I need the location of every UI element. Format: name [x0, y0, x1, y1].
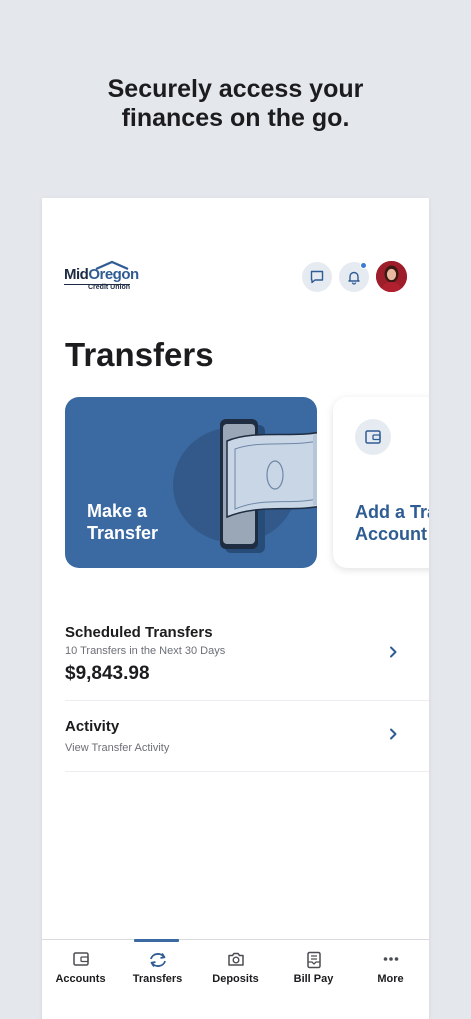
- messages-button[interactable]: [302, 262, 332, 292]
- more-dots-icon: [383, 957, 398, 961]
- notifications-button[interactable]: [339, 262, 369, 292]
- tab-accounts-label: Accounts: [55, 973, 106, 985]
- activity-title: Activity: [65, 718, 120, 735]
- make-transfer-label: Make a Transfer: [87, 501, 159, 543]
- transfer-arrows-icon: [149, 952, 166, 968]
- activity-row[interactable]: Activity View Transfer Activity: [65, 701, 429, 772]
- activity-subtitle: View Transfer Activity: [65, 742, 170, 754]
- scheduled-transfers-row[interactable]: Scheduled Transfers 10 Transfers in the …: [65, 618, 429, 701]
- tab-bill-pay-label: Bill Pay: [293, 973, 334, 985]
- tab-more-label: More: [377, 973, 404, 985]
- bell-icon: [348, 271, 360, 285]
- chevron-right-icon: [390, 646, 397, 658]
- bottom-tab-bar: Accounts Transfers Deposits Bill Pay Mor…: [42, 939, 429, 1019]
- promo-headline: Securely access your finances on the go.: [0, 75, 471, 133]
- app-screen: MidOregon Credit Union Transfers Make a …: [42, 198, 429, 1019]
- tab-transfers-label: Transfers: [132, 973, 183, 985]
- logo-subtext: Credit Union: [88, 284, 130, 291]
- make-transfer-card[interactable]: Make a Transfer: [65, 397, 317, 568]
- wallet-icon-badge: [355, 419, 391, 455]
- bill-icon: [306, 951, 321, 969]
- wallet-icon: [72, 952, 89, 966]
- tab-deposits[interactable]: Deposits: [197, 940, 274, 1000]
- promo-headline-line2: finances on the go.: [121, 104, 350, 132]
- avatar[interactable]: [376, 261, 407, 292]
- logo-roof-icon: [95, 260, 129, 270]
- notification-dot: [360, 262, 367, 269]
- scheduled-transfers-amount: $9,843.98: [65, 663, 150, 684]
- wallet-icon: [365, 430, 381, 444]
- add-transfer-account-label: Add a Transfer Account: [355, 502, 429, 544]
- tab-more[interactable]: More: [352, 940, 429, 1000]
- camera-icon: [227, 952, 244, 966]
- page-title: Transfers: [65, 336, 214, 373]
- scheduled-transfers-subtitle: 10 Transfers in the Next 30 Days: [65, 645, 226, 657]
- logo-divider: [64, 284, 130, 285]
- tab-deposits-label: Deposits: [212, 973, 259, 985]
- tab-accounts[interactable]: Accounts: [42, 940, 119, 1000]
- tab-bill-pay[interactable]: Bill Pay: [275, 940, 352, 1000]
- credit-union-logo: MidOregon Credit Union: [64, 260, 139, 296]
- promo-headline-line1: Securely access your: [107, 75, 364, 103]
- chevron-right-icon: [390, 728, 397, 740]
- chat-bubble-icon: [310, 270, 324, 284]
- tab-transfers[interactable]: Transfers: [119, 939, 196, 1000]
- add-transfer-account-card[interactable]: Add a Transfer Account: [333, 397, 429, 568]
- scheduled-transfers-title: Scheduled Transfers: [65, 624, 213, 641]
- profile-photo: [376, 261, 407, 292]
- active-tab-indicator: [134, 939, 179, 942]
